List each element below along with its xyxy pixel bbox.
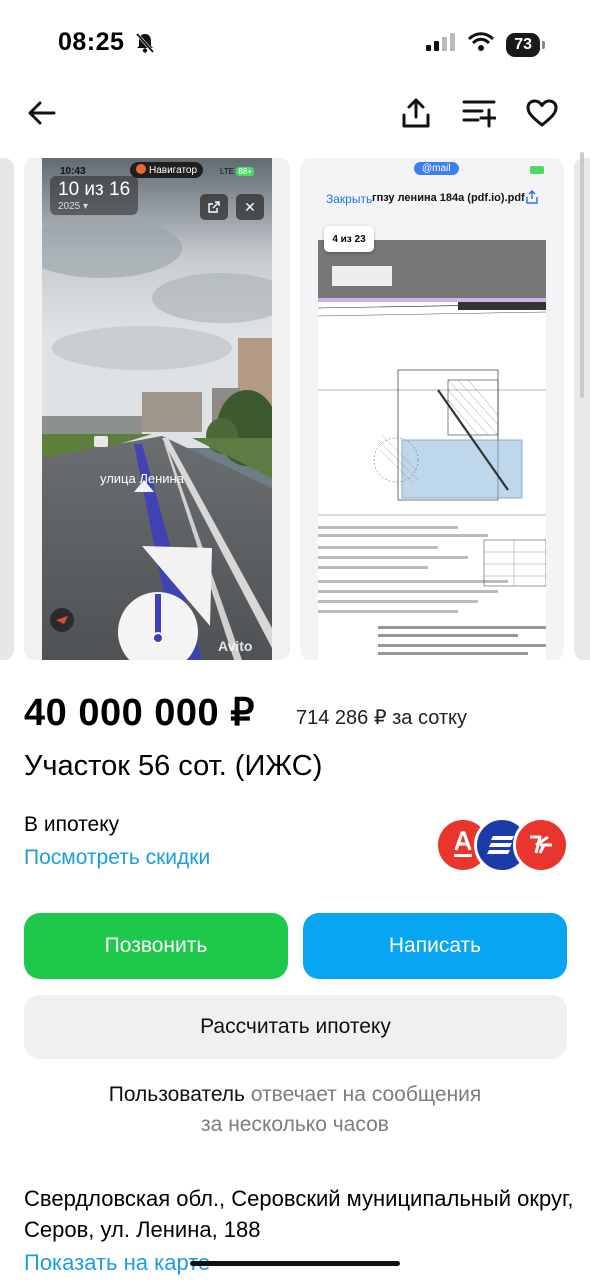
write-button[interactable]: Написать xyxy=(303,913,567,979)
avito-watermark: Avito xyxy=(218,638,253,654)
open-external-button[interactable] xyxy=(200,194,228,220)
photo-signal: LTE 88+ xyxy=(220,167,254,176)
doc-file-name: гпзу ленина 184а (pdf.io).pdf xyxy=(372,192,525,204)
call-button[interactable]: Позвонить xyxy=(24,913,288,979)
calc-mortgage-button[interactable]: Рассчитать ипотеку xyxy=(24,995,567,1059)
listing-title: Участок 56 сот. (ИЖС) xyxy=(24,750,323,782)
home-indicator[interactable] xyxy=(190,1261,400,1266)
navigator-badge: Навигатор xyxy=(130,162,204,178)
cellular-icon xyxy=(426,32,456,57)
reply-user: Пользователь xyxy=(108,1083,245,1106)
share-icon xyxy=(402,98,430,128)
yandex-icon xyxy=(136,164,146,174)
close-icon: ✕ xyxy=(244,198,256,215)
price-per-sotka: 714 286 ₽ за сотку xyxy=(296,707,468,729)
silent-bell-icon xyxy=(134,32,156,59)
show-map-link[interactable]: Показать на карте xyxy=(24,1250,210,1276)
reply-text-1: отвечает на сообщения xyxy=(245,1083,482,1106)
doc-battery-icon xyxy=(530,166,544,174)
bank-3-icon xyxy=(530,835,552,854)
back-button[interactable] xyxy=(20,91,64,135)
doc-close-link[interactable]: Закрыть xyxy=(326,192,372,206)
arrow-left-icon xyxy=(28,101,56,125)
reply-time-info: Пользователь отвечает на сообщения за не… xyxy=(0,1080,590,1140)
close-photo-button[interactable]: ✕ xyxy=(236,194,264,220)
address: Свердловская обл., Серовский муниципальн… xyxy=(24,1186,574,1242)
status-icons: 73 xyxy=(426,32,545,57)
external-link-icon xyxy=(208,201,220,213)
photo-counter: 10 из 16 2025 ▾ xyxy=(50,176,139,215)
share-button[interactable] xyxy=(394,91,438,135)
reply-text-2: за несколько часов xyxy=(201,1113,389,1136)
photo-gallery[interactable]: 10:43 Навигатор LTE 88+ 10 из 16 2025 ▾ … xyxy=(0,158,590,662)
favorite-button[interactable] xyxy=(520,91,564,135)
wifi-icon xyxy=(468,32,495,57)
compare-icon xyxy=(462,100,496,128)
bank-logo-3 xyxy=(513,817,569,873)
doc-page: 4 из 23 xyxy=(318,226,546,660)
photo-lte: LTE xyxy=(220,167,235,176)
gallery-card-prev[interactable] xyxy=(0,158,14,660)
mail-badge: @mail xyxy=(414,162,459,175)
battery-icon: 73 xyxy=(506,32,545,57)
gallery-card-street-photo[interactable]: 10:43 Навигатор LTE 88+ 10 из 16 2025 ▾ … xyxy=(24,158,290,660)
photo-battery: 88+ xyxy=(236,167,254,176)
status-time: 08:25 xyxy=(58,28,125,56)
street-label: улица Ленина xyxy=(100,471,184,486)
street-photo: 10:43 Навигатор LTE 88+ 10 из 16 2025 ▾ … xyxy=(42,158,272,660)
gallery-card-document[interactable]: @mail Закрыть гпзу ленина 184а (pdf.io).… xyxy=(300,158,564,660)
doc-page-counter: 4 из 23 xyxy=(324,226,374,252)
heart-icon xyxy=(526,99,558,127)
mortgage-label: В ипотеку xyxy=(24,813,120,836)
price: 40 000 000 ₽ xyxy=(24,692,255,734)
photo-counter-text: 10 из 16 xyxy=(58,179,131,200)
discounts-link[interactable]: Посмотреть скидки xyxy=(24,846,210,870)
compare-button[interactable] xyxy=(457,91,501,135)
doc-share-icon[interactable] xyxy=(526,190,538,209)
navigator-label: Навигатор xyxy=(149,165,198,176)
alfa-bank-icon xyxy=(454,831,472,857)
photo-year: 2025 xyxy=(58,201,81,212)
scroll-indicator[interactable] xyxy=(580,152,584,398)
